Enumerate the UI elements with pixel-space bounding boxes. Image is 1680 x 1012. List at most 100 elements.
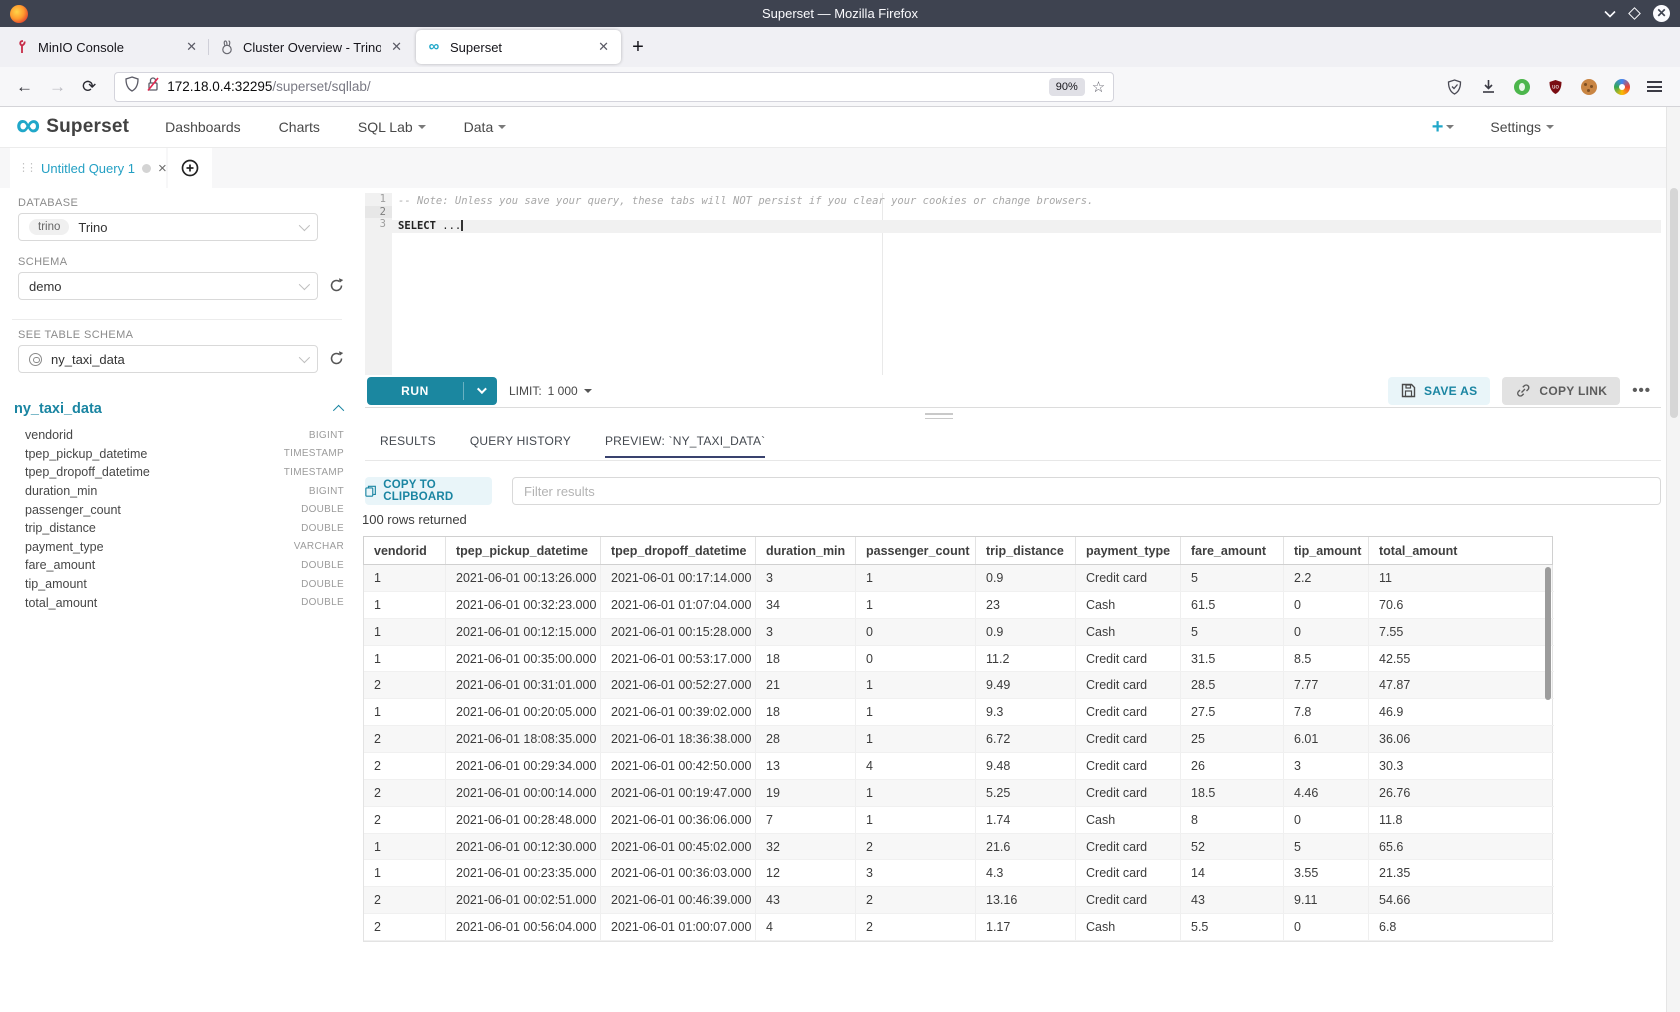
window-minimize-icon[interactable] <box>1604 10 1616 18</box>
column-name: fare_amount <box>14 558 95 572</box>
lock-insecure-icon[interactable] <box>146 76 160 97</box>
query-tab-strip: ⋮⋮ Untitled Query 1 × <box>0 148 1680 188</box>
table-icon <box>29 353 42 366</box>
window-close-icon[interactable]: ✕ <box>1653 5 1670 22</box>
tab-results[interactable]: RESULTS <box>380 434 436 456</box>
column-header[interactable]: tip_amount <box>1284 537 1369 564</box>
nav-data[interactable]: Data <box>464 119 507 135</box>
run-button[interactable]: RUN <box>367 377 497 405</box>
nav-charts[interactable]: Charts <box>279 119 320 135</box>
tab-preview[interactable]: PREVIEW: `NY_TAXI_DATA` <box>605 434 765 458</box>
cookie-extension-icon[interactable] <box>1581 79 1597 95</box>
settings-menu[interactable]: Settings <box>1490 119 1554 135</box>
copy-to-clipboard-button[interactable]: COPY TO CLIPBOARD <box>365 477 492 505</box>
zoom-level-badge[interactable]: 90% <box>1049 78 1085 96</box>
tab-close-icon[interactable]: ✕ <box>596 39 611 55</box>
schema-select[interactable]: demo <box>18 272 318 300</box>
column-header[interactable]: trip_distance <box>976 537 1076 564</box>
bookmark-star-icon[interactable]: ☆ <box>1092 78 1105 96</box>
column-list: vendorid BIGINT tpep_pickup_datetime TIM… <box>14 426 344 612</box>
column-header[interactable]: duration_min <box>756 537 856 564</box>
copy-icon <box>365 484 376 498</box>
new-tab-button[interactable]: + <box>623 27 653 67</box>
column-header[interactable]: fare_amount <box>1181 537 1284 564</box>
browser-tab-title: MinIO Console <box>38 40 176 55</box>
link-icon <box>1515 383 1531 398</box>
query-tab-close-icon[interactable]: × <box>158 160 167 177</box>
add-query-tab-button[interactable] <box>168 148 212 188</box>
nav-sql-lab[interactable]: SQL Lab <box>358 119 426 135</box>
new-item-button[interactable]: + <box>1432 116 1455 139</box>
reload-button[interactable]: ⟳ <box>82 77 96 97</box>
database-select[interactable]: trino Trino <box>18 213 318 241</box>
column-header[interactable]: passenger_count <box>856 537 976 564</box>
table-row: 2 2021-06-01 18:08:35.000 2021-06-01 18:… <box>364 726 1552 753</box>
column-type: DOUBLE <box>301 597 344 608</box>
table-scrollbar-thumb[interactable] <box>1545 567 1551 700</box>
colorful-extension-icon[interactable] <box>1614 79 1630 95</box>
back-button[interactable]: ← <box>16 77 33 97</box>
line-number: 3 <box>365 218 392 231</box>
ublock-shield-icon[interactable]: uo <box>1547 78 1564 95</box>
table-select[interactable]: ny_taxi_data <box>18 345 318 373</box>
url-bar[interactable]: 172.18.0.4:32295 /superset/sqllab/ 90% ☆ <box>114 72 1114 102</box>
chevron-down-icon <box>418 125 426 129</box>
column-row: passenger_count DOUBLE <box>14 500 344 519</box>
refresh-tables-icon[interactable] <box>328 350 346 368</box>
tab-close-icon[interactable]: ✕ <box>389 39 404 55</box>
table-schema-header[interactable]: ny_taxi_data <box>14 401 344 417</box>
table-row: 1 2021-06-01 00:23:35.000 2021-06-01 00:… <box>364 860 1552 887</box>
column-name: payment_type <box>14 540 104 554</box>
download-icon[interactable] <box>1480 78 1497 95</box>
limit-value: 1 000 <box>548 384 578 398</box>
minio-icon <box>14 39 30 55</box>
results-table: vendoridtpep_pickup_datetimetpep_dropoff… <box>363 536 1553 942</box>
column-row: tpep_dropoff_datetime TIMESTAMP <box>14 463 344 482</box>
shield-check-icon[interactable] <box>1446 78 1463 95</box>
column-row: fare_amount DOUBLE <box>14 556 344 575</box>
table-row: 1 2021-06-01 00:12:15.000 2021-06-01 00:… <box>364 619 1552 646</box>
sqllab-sidebar: DATABASE trino Trino SCHEMA demo SEE TAB… <box>0 188 360 1012</box>
column-header[interactable]: total_amount <box>1369 537 1554 564</box>
column-header[interactable]: tpep_pickup_datetime <box>446 537 601 564</box>
column-row: tip_amount DOUBLE <box>14 575 344 594</box>
pane-resize-handle[interactable] <box>925 413 953 422</box>
superset-logo[interactable]: ∞ Superset <box>16 116 129 138</box>
filter-results-input[interactable] <box>512 477 1661 505</box>
limit-dropdown[interactable]: LIMIT: 1 000 <box>509 384 592 398</box>
browser-tab-trino[interactable]: Cluster Overview - Trino ✕ <box>209 27 414 67</box>
column-type: DOUBLE <box>301 504 344 515</box>
query-tab-untitled[interactable]: ⋮⋮ Untitled Query 1 × <box>10 148 166 188</box>
window-maximize-icon[interactable] <box>1628 7 1641 20</box>
more-options-button[interactable]: ••• <box>1632 382 1651 399</box>
column-row: duration_min BIGINT <box>14 482 344 501</box>
extension-green-icon[interactable] <box>1514 79 1530 95</box>
column-name: passenger_count <box>14 503 121 517</box>
nav-dashboards[interactable]: Dashboards <box>165 119 241 135</box>
chevron-up-icon[interactable] <box>333 405 344 416</box>
shield-icon[interactable] <box>125 76 139 97</box>
copy-link-button[interactable]: COPY LINK <box>1502 377 1620 405</box>
save-as-button[interactable]: SAVE AS <box>1388 377 1490 405</box>
table-row: 2 2021-06-01 00:02:51.000 2021-06-01 00:… <box>364 887 1552 914</box>
query-tab-title: Untitled Query 1 <box>41 161 135 176</box>
row-count-text: 100 rows returned <box>362 512 467 527</box>
run-options-chevron[interactable] <box>464 377 497 405</box>
column-type: DOUBLE <box>301 579 344 590</box>
column-header[interactable]: payment_type <box>1076 537 1181 564</box>
menu-icon[interactable] <box>1647 81 1662 92</box>
page-scrollbar-thumb[interactable] <box>1670 188 1678 418</box>
forward-button[interactable]: → <box>49 77 66 97</box>
drag-handle-icon[interactable]: ⋮⋮ <box>18 163 34 173</box>
tab-query-history[interactable]: QUERY HISTORY <box>470 434 571 456</box>
chevron-down-icon <box>299 279 310 290</box>
page-scrollbar[interactable] <box>1666 107 1680 1012</box>
column-header[interactable]: tpep_dropoff_datetime <box>601 537 756 564</box>
sql-editor[interactable]: 123 -- Note: Unless you save your query,… <box>365 193 1661 375</box>
browser-tab-minio[interactable]: MinIO Console ✕ <box>4 27 209 67</box>
browser-tab-superset[interactable]: ∞ Superset ✕ <box>416 30 621 64</box>
column-header[interactable]: vendorid <box>364 537 446 564</box>
tab-close-icon[interactable]: ✕ <box>184 39 199 55</box>
refresh-schema-icon[interactable] <box>328 277 346 295</box>
chevron-down-icon <box>299 352 310 363</box>
